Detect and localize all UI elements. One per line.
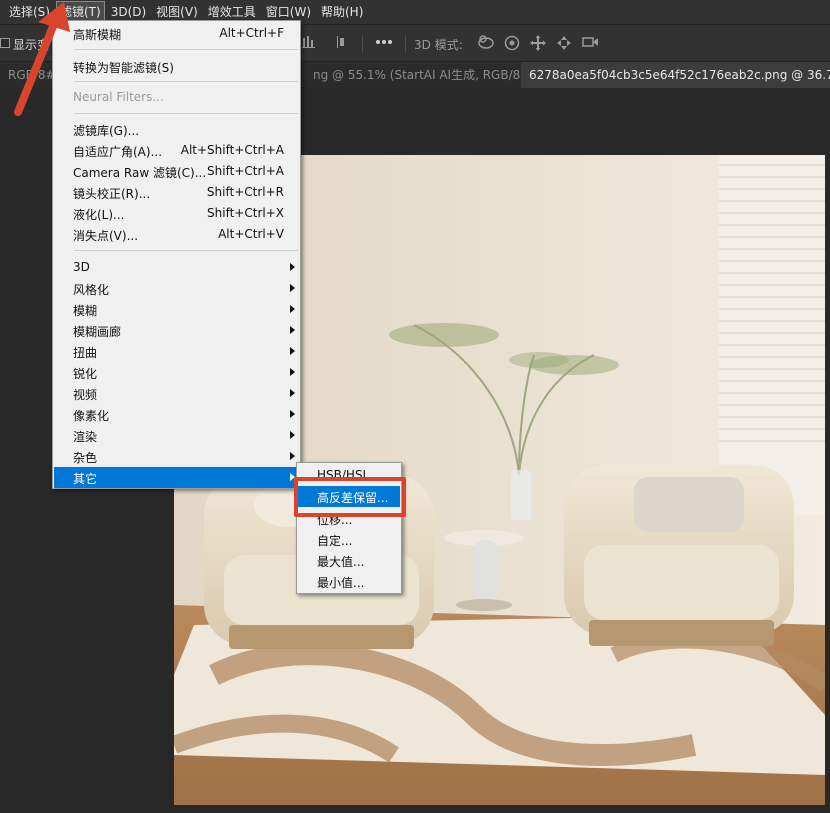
- menu-divider: [74, 113, 298, 114]
- menu-item-camera-raw[interactable]: Camera Raw 滤镜(C)... Shift+Ctrl+A: [54, 161, 299, 182]
- menu-item-neural-filters: Neural Filters...: [73, 90, 164, 104]
- 3d-orbit-icon[interactable]: [476, 34, 496, 54]
- menu-item-lens-correction[interactable]: 镜头校正(R)... Shift+Ctrl+R: [54, 182, 299, 203]
- submenu-arrow-icon: [290, 431, 295, 439]
- submenu-arrow-icon: [290, 389, 295, 397]
- 3d-mode-label: 3D 模式:: [414, 38, 463, 52]
- menu-item-filter-gallery[interactable]: 滤镜库(G)...: [54, 119, 299, 140]
- menu-item-noise[interactable]: 杂色: [54, 446, 299, 467]
- menu-item-distort[interactable]: 扭曲: [54, 341, 299, 362]
- menu-item-blur[interactable]: 模糊: [54, 299, 299, 320]
- submenu-arrow-icon: [290, 305, 295, 313]
- menu-help[interactable]: 帮助(H): [318, 2, 366, 22]
- submenu-arrow-icon: [290, 347, 295, 355]
- menu-item-stylize[interactable]: 风格化: [54, 278, 299, 299]
- filter-menu: 高斯模糊 Alt+Ctrl+F 转换为智能滤镜(S) Neural Filter…: [52, 20, 301, 489]
- menu-plugins[interactable]: 增效工具: [205, 2, 259, 22]
- align-center-icon[interactable]: [334, 34, 350, 54]
- menu-item-other[interactable]: 其它: [54, 467, 299, 488]
- show-transform-label: 显示变: [13, 38, 50, 52]
- distribute-icon[interactable]: [300, 34, 318, 54]
- menu-item-adaptive-wide-angle[interactable]: 自适应广角(A)... Alt+Shift+Ctrl+A: [54, 140, 299, 161]
- submenu-item-minimum[interactable]: 最小值...: [298, 571, 400, 592]
- tab-document-2[interactable]: ng @ 55.1% (StartAI AI生成, RGB/8) *×: [305, 62, 553, 88]
- submenu-arrow-icon: [290, 452, 295, 460]
- menu-item-convert-smart-filter[interactable]: 转换为智能滤镜(S): [54, 56, 299, 77]
- toolbar-separator: [362, 35, 363, 53]
- menu-item-liquify[interactable]: 液化(L)... Shift+Ctrl+X: [54, 203, 299, 224]
- menu-item-3d[interactable]: 3D: [54, 257, 299, 278]
- menu-view[interactable]: 视图(V): [153, 2, 201, 22]
- 3d-camera-icon[interactable]: [580, 34, 600, 54]
- menu-divider: [74, 49, 298, 50]
- menu-item-gaussian-blur[interactable]: 高斯模糊 Alt+Ctrl+F: [54, 23, 299, 44]
- menu-item-blur-gallery[interactable]: 模糊画廊: [54, 320, 299, 341]
- show-transform-checkbox[interactable]: [0, 38, 10, 48]
- highlight-box: [294, 477, 406, 517]
- menu-item-sharpen[interactable]: 锐化: [54, 362, 299, 383]
- menu-item-video[interactable]: 视频: [54, 383, 299, 404]
- submenu-item-custom[interactable]: 自定...: [298, 529, 400, 550]
- submenu-item-maximum[interactable]: 最大值...: [298, 550, 400, 571]
- tab-label: 6278a0ea5f04cb3c5e64f52c176eab2c.png @ 3…: [529, 68, 830, 82]
- menu-filter[interactable]: 滤镜(T): [55, 1, 105, 23]
- menu-divider: [74, 250, 298, 251]
- menu-item-vanishing-point[interactable]: 消失点(V)... Alt+Ctrl+V: [54, 224, 299, 245]
- tab-label: ng @ 55.1% (StartAI AI生成, RGB/8) *: [313, 68, 535, 82]
- menu-item-render[interactable]: 渲染: [54, 425, 299, 446]
- menu-window[interactable]: 窗口(W): [263, 2, 314, 22]
- submenu-arrow-icon: [290, 284, 295, 292]
- submenu-arrow-icon: [290, 263, 295, 271]
- tab-document-active[interactable]: 6278a0ea5f04cb3c5e64f52c176eab2c.png @ 3…: [521, 62, 830, 88]
- menu-select[interactable]: 选择(S): [6, 2, 53, 22]
- toolbar-separator: [405, 35, 406, 53]
- submenu-arrow-icon: [290, 326, 295, 334]
- menu-divider: [74, 81, 298, 82]
- menu-item-pixelate[interactable]: 像素化: [54, 404, 299, 425]
- more-options-icon[interactable]: [372, 34, 396, 54]
- 3d-slide-icon[interactable]: [554, 34, 574, 54]
- submenu-arrow-icon: [290, 368, 295, 376]
- 3d-pan-icon[interactable]: [528, 34, 548, 54]
- menu-3d[interactable]: 3D(D): [108, 2, 149, 22]
- submenu-arrow-icon: [290, 410, 295, 418]
- photoshop-window: 选择(S) 滤镜(T) 3D(D) 视图(V) 增效工具 窗口(W) 帮助(H)…: [0, 0, 830, 813]
- 3d-roll-icon[interactable]: [502, 34, 522, 54]
- tab-document-1[interactable]: RGB/8#): [0, 62, 60, 88]
